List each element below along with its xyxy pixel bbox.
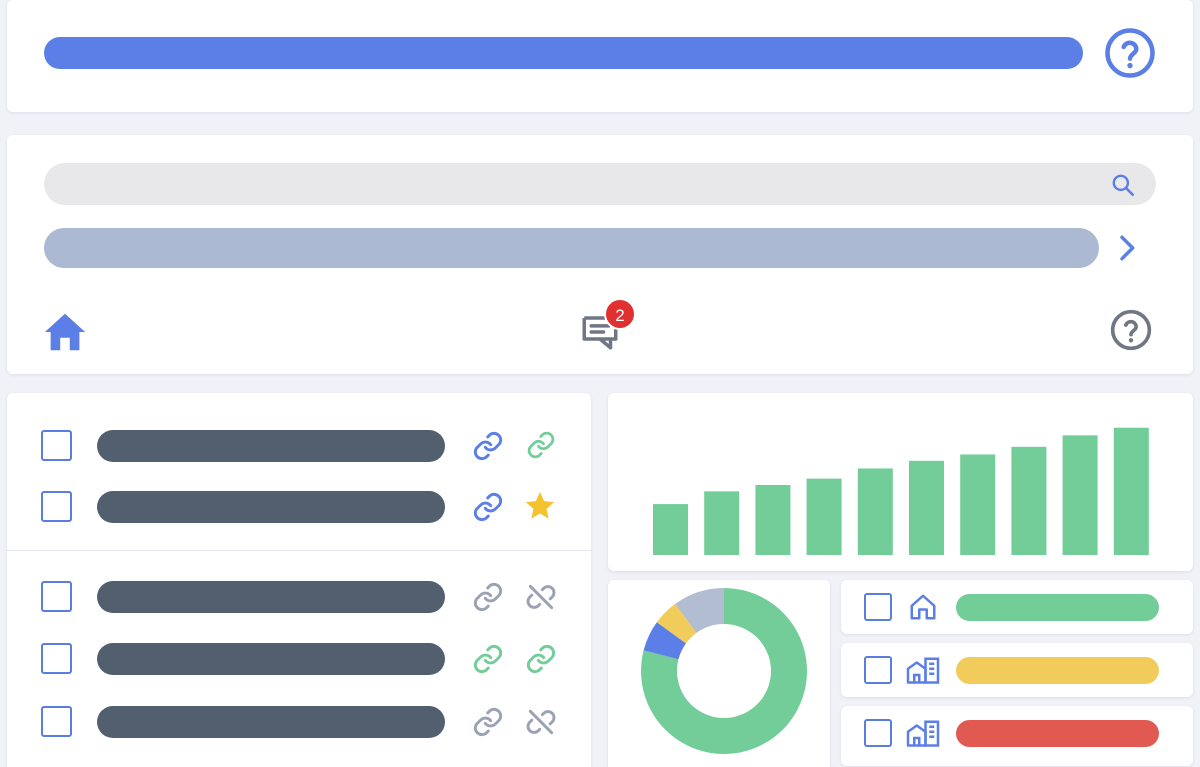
buildings-icon: [905, 718, 941, 748]
status-bar-yellow: [956, 657, 1159, 684]
item-bar: [97, 706, 445, 738]
status-row[interactable]: [841, 580, 1193, 634]
bar: [909, 460, 944, 555]
status-row[interactable]: [841, 643, 1193, 697]
bar: [1062, 435, 1098, 555]
search-panel: 2: [7, 135, 1193, 374]
link-icon[interactable]: [468, 706, 508, 738]
home-icon[interactable]: [42, 309, 88, 355]
home-outline-icon: [910, 594, 936, 620]
list-divider: [7, 550, 591, 551]
donut-chart: [641, 588, 807, 754]
link-icon[interactable]: [468, 430, 508, 462]
item-bar: [97, 491, 445, 523]
bar: [806, 478, 842, 555]
item-bar: [97, 430, 445, 462]
bar-chart-panel: [608, 393, 1193, 571]
row-checkbox[interactable]: [41, 643, 72, 674]
unlink-icon[interactable]: [523, 706, 559, 738]
row-checkbox[interactable]: [41, 430, 72, 461]
bar: [1113, 427, 1149, 555]
bar: [704, 491, 740, 555]
bar: [857, 468, 893, 555]
progress-bar: [44, 37, 1083, 69]
status-checkbox[interactable]: [864, 593, 892, 621]
status-row[interactable]: [841, 706, 1193, 766]
star-icon[interactable]: [523, 489, 557, 523]
status-bar-green: [956, 594, 1159, 621]
link-icon[interactable]: [523, 430, 559, 460]
link-icon[interactable]: [468, 581, 508, 613]
unlink-icon[interactable]: [523, 581, 559, 613]
bar: [1011, 446, 1047, 555]
bar: [653, 504, 688, 555]
status-bar-red: [956, 720, 1159, 747]
chevron-right-icon[interactable]: [1110, 232, 1142, 264]
item-bar: [97, 581, 445, 613]
item-bar: [97, 643, 445, 675]
status-checkbox[interactable]: [864, 656, 892, 684]
row-checkbox[interactable]: [41, 581, 72, 612]
buildings-icon: [905, 655, 941, 685]
question-circle-icon[interactable]: [1103, 26, 1157, 80]
donut-chart-panel: [608, 580, 830, 767]
row-checkbox[interactable]: [41, 491, 72, 522]
link-icon[interactable]: [468, 643, 508, 675]
nav-bar[interactable]: [44, 228, 1099, 268]
bar-chart: [653, 427, 1149, 555]
bar: [755, 485, 791, 555]
bar: [960, 454, 996, 555]
top-panel: [7, 0, 1193, 112]
status-checkbox[interactable]: [864, 719, 892, 747]
question-circle-icon[interactable]: [1109, 308, 1153, 352]
search-icon[interactable]: [1110, 172, 1136, 198]
row-checkbox[interactable]: [41, 706, 72, 737]
search-input[interactable]: [44, 163, 1156, 205]
link-list-panel: [7, 393, 591, 767]
link-icon[interactable]: [523, 643, 559, 675]
link-icon[interactable]: [468, 491, 508, 523]
notification-badge: 2: [604, 298, 636, 330]
